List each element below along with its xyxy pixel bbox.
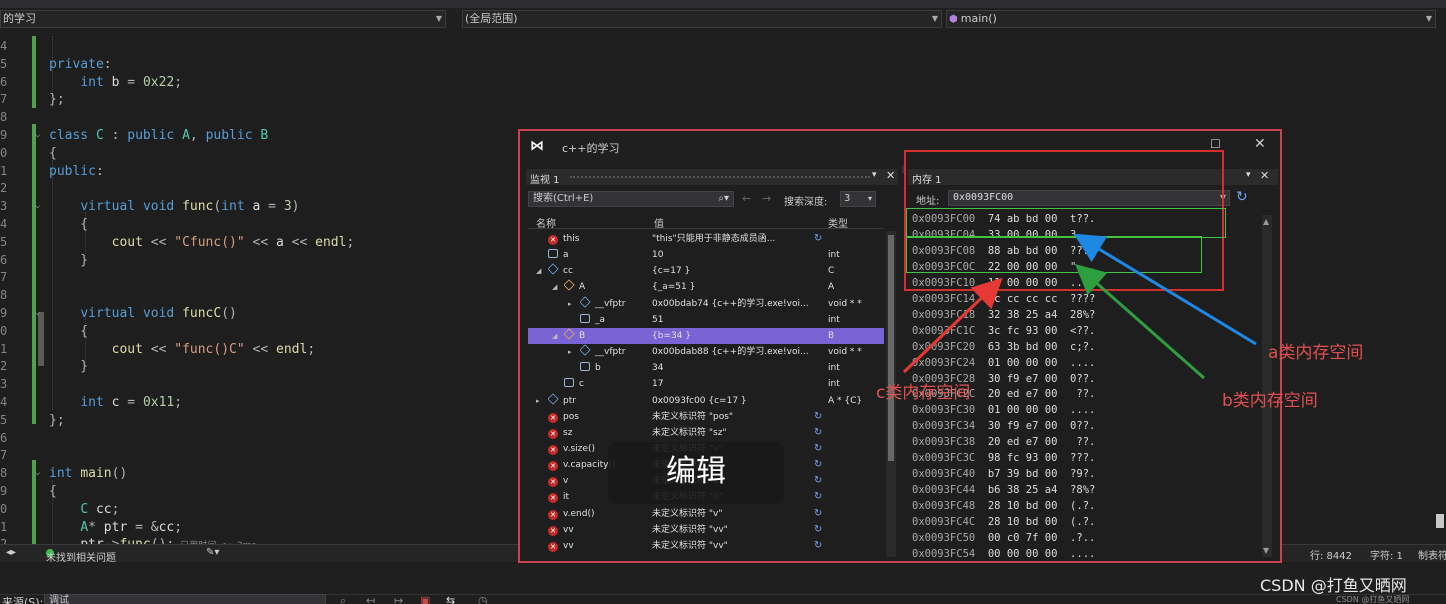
arrow-c <box>902 277 1003 374</box>
arrow-b <box>1075 264 1205 380</box>
annotation-c-label: c类内存空间 <box>876 383 971 403</box>
arrow-a <box>1073 233 1257 346</box>
annotation-b-label: b类内存空间 <box>1222 391 1318 411</box>
annotation-arrows <box>902 233 1257 380</box>
edit-overlay: 编辑 <box>608 442 784 504</box>
annotation-a-label: a类内存空间 <box>1268 343 1364 363</box>
